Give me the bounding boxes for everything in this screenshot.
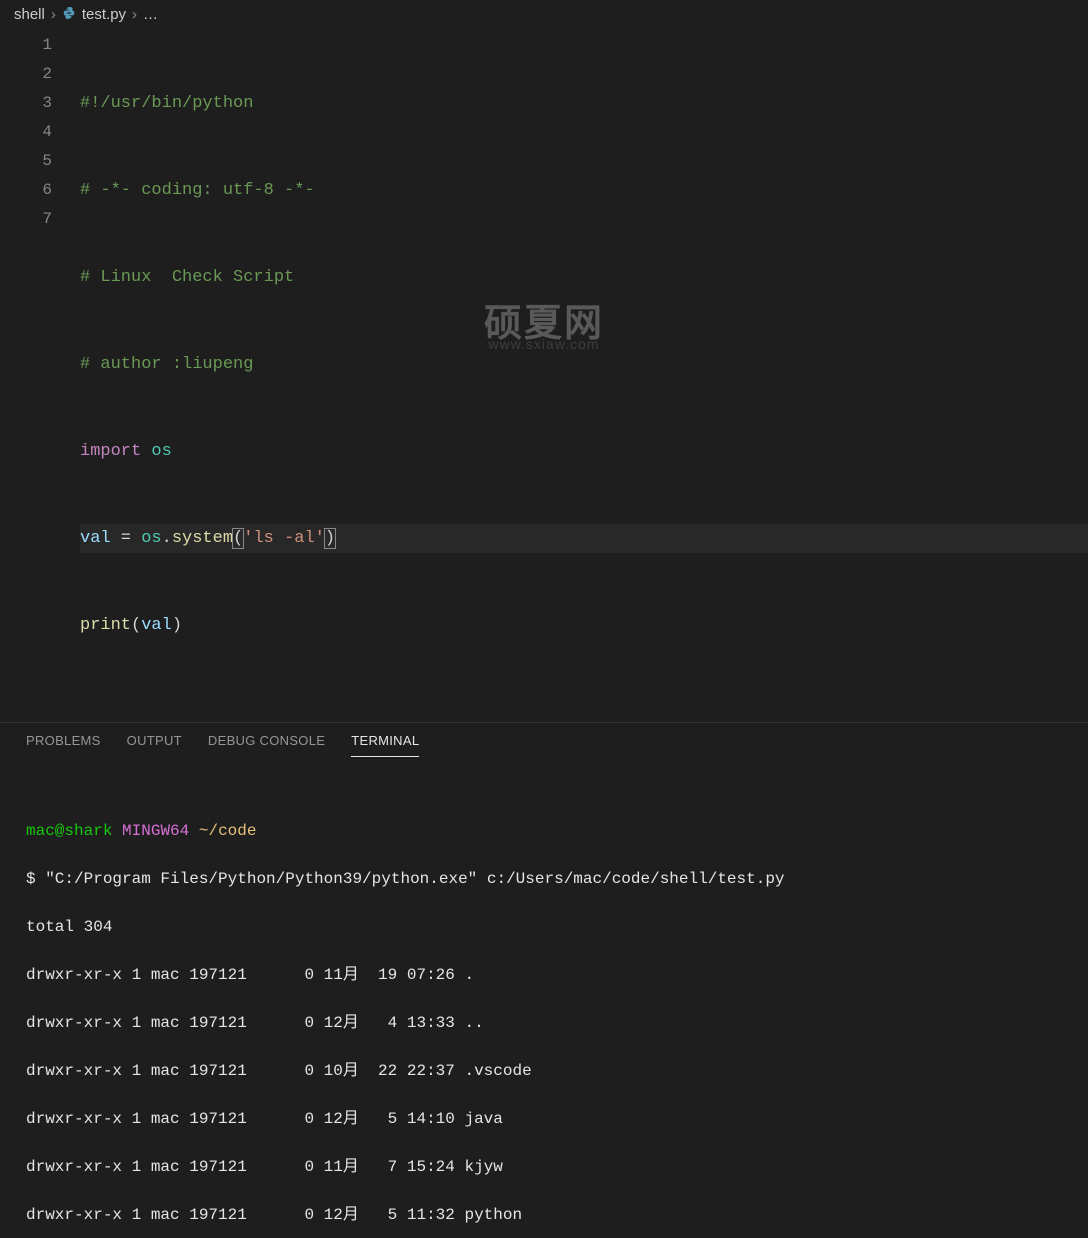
code-line: val = os.system('ls -al') [80,524,1088,553]
line-number: 6 [0,176,52,205]
chevron-right-icon: › [51,6,56,23]
breadcrumb[interactable]: shell › test.py › … [0,0,1088,29]
line-number: 3 [0,89,52,118]
tab-output[interactable]: OUTPUT [127,733,182,757]
line-number: 5 [0,147,52,176]
line-number: 1 [0,31,52,60]
terminal-line: drwxr-xr-x 1 mac 197121 0 12月 5 14:10 ja… [26,1107,1062,1131]
terminal-line: drwxr-xr-x 1 mac 197121 0 12月 4 13:33 .. [26,1011,1062,1035]
chevron-right-icon: › [132,6,137,23]
code-line: # author :liupeng [80,350,1088,379]
line-number: 2 [0,60,52,89]
terminal-output[interactable]: mac@shark MINGW64 ~/code $ "C:/Program F… [0,757,1088,1238]
breadcrumb-folder[interactable]: shell [14,6,45,23]
terminal-line: drwxr-xr-x 1 mac 197121 0 11月 19 07:26 . [26,963,1062,987]
line-number: 7 [0,205,52,234]
code-area[interactable]: #!/usr/bin/python # -*- coding: utf-8 -*… [80,31,1088,698]
terminal-line: drwxr-xr-x 1 mac 197121 0 12月 5 11:32 py… [26,1203,1062,1227]
code-line: #!/usr/bin/python [80,89,1088,118]
breadcrumb-file[interactable]: test.py [82,6,126,23]
code-editor[interactable]: 1 2 3 4 5 6 7 #!/usr/bin/python # -*- co… [0,29,1088,698]
line-number: 4 [0,118,52,147]
terminal-line: drwxr-xr-x 1 mac 197121 0 10月 22 22:37 .… [26,1059,1062,1083]
terminal-line: drwxr-xr-x 1 mac 197121 0 11月 7 15:24 kj… [26,1155,1062,1179]
terminal-prompt: mac@shark MINGW64 ~/code [26,819,1062,843]
python-file-icon [62,6,76,23]
code-line: print(val) [80,611,1088,640]
panel-tabs: PROBLEMS OUTPUT DEBUG CONSOLE TERMINAL [0,723,1088,757]
tab-debug-console[interactable]: DEBUG CONSOLE [208,733,325,757]
code-line: import os [80,437,1088,466]
code-line: # Linux Check Script [80,263,1088,292]
line-number-gutter: 1 2 3 4 5 6 7 [0,31,80,698]
tab-problems[interactable]: PROBLEMS [26,733,101,757]
breadcrumb-ellipsis[interactable]: … [143,6,158,23]
terminal-line: total 304 [26,915,1062,939]
tab-terminal[interactable]: TERMINAL [351,733,419,757]
code-line: # -*- coding: utf-8 -*- [80,176,1088,205]
terminal-line: $ "C:/Program Files/Python/Python39/pyth… [26,867,1062,891]
bottom-panel: PROBLEMS OUTPUT DEBUG CONSOLE TERMINAL m… [0,722,1088,1238]
